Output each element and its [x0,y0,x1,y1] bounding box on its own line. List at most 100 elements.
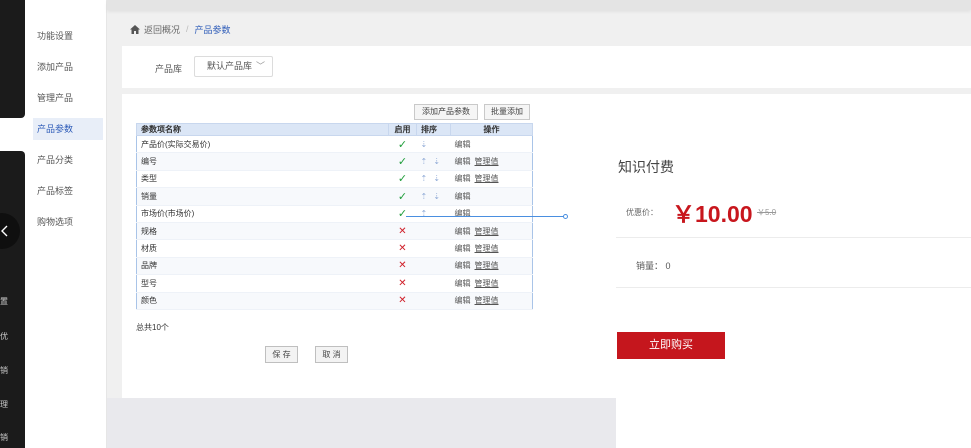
table-row: 品牌 ✕ 编辑 管理值 [136,257,533,276]
param-sort: ⇡ ⇣ [416,170,451,189]
manage-values-link[interactable]: 管理值 [475,244,499,253]
rail-bottom-block: 置 优 销 理 销 [0,151,25,448]
check-icon[interactable]: ✓ [398,208,407,220]
param-actions: 编辑 管理值 [450,222,533,241]
sort-arrow-icon[interactable]: ⇣ [421,140,430,149]
edit-link[interactable]: 编辑 [455,244,471,253]
param-name: 产品价(实际交易价) [136,135,389,154]
table-row: 材质 ✕ 编辑 管理值 [136,239,533,258]
param-name: 材质 [136,239,389,258]
drag-guide-handle[interactable] [563,214,568,219]
manage-values-link[interactable]: 管理值 [475,296,499,305]
cross-icon[interactable]: ✕ [398,278,406,289]
param-enabled: ✕ [388,222,417,241]
edit-link[interactable]: 编辑 [455,279,471,288]
breadcrumb-current: 产品参数 [194,24,231,35]
chevron-down-icon: ﹀ [255,61,265,71]
param-name: 市场价(市场价) [136,205,389,223]
param-sort [416,257,451,276]
sort-arrow-icon[interactable]: ⇡ ⇣ [421,174,443,183]
breadcrumb-separator: / [186,24,189,34]
breadcrumb: 返回概况 / 产品参数 [130,22,231,36]
param-name: 编号 [136,152,389,171]
product-preview: 知识付费 优惠价： ￥10.00 ￥5.0 销量： 0 立即购买 [616,94,971,448]
rail-label[interactable]: 销 [0,366,10,376]
cross-icon[interactable]: ✕ [398,295,406,306]
manage-values-link[interactable]: 管理值 [475,227,499,236]
param-sort [416,222,451,241]
submenu-item-add-product[interactable]: 添加产品 [33,56,103,78]
drag-guide-line [406,216,566,217]
library-select[interactable]: 默认产品库 ﹀ [194,56,273,77]
rail-label[interactable]: 置 [0,297,10,307]
sort-arrow-icon[interactable]: ⇡ ⇣ [421,157,443,166]
params-panel-extension [556,94,616,398]
breadcrumb-home-link[interactable]: 返回概况 [144,23,180,36]
submenu-item-product-params[interactable]: 产品参数 [33,118,103,140]
param-actions: 编辑 管理值 [450,292,533,310]
check-icon[interactable]: ✓ [398,139,407,151]
edit-link[interactable]: 编辑 [455,174,471,183]
check-icon[interactable]: ✓ [398,191,407,203]
table-row: 规格 ✕ 编辑 管理值 [136,222,533,241]
submenu-item-manage-products[interactable]: 管理产品 [33,87,103,109]
param-actions: 编辑 管理值 [450,170,533,189]
param-actions: 编辑 管理值 [450,239,533,258]
submenu-item-function-settings[interactable]: 功能设置 [33,25,103,47]
param-sort: ⇡ ⇣ [416,152,451,171]
column-header-sort: 排序 [416,123,451,136]
param-enabled: ✓ [388,152,417,171]
param-name: 类型 [136,170,389,189]
submenu-item-product-tags[interactable]: 产品标签 [33,180,103,202]
param-name: 品牌 [136,257,389,276]
add-param-button[interactable]: 添加产品参数 [414,104,478,120]
manage-values-link[interactable]: 管理值 [475,157,499,166]
page-footer-area [107,398,616,448]
param-actions: 编辑 管理值 [450,257,533,276]
buy-now-button[interactable]: 立即购买 [617,332,725,359]
edit-link[interactable]: 编辑 [455,261,471,270]
cross-icon[interactable]: ✕ [398,226,406,237]
submenu-item-shopping-options[interactable]: 购物选项 [33,211,103,233]
edit-link[interactable]: 编辑 [455,296,471,305]
table-header-row: 参数项名称 启用 排序 操作 [136,123,533,136]
preview-original-price: ￥5.0 [757,208,777,217]
edit-link[interactable]: 编辑 [455,227,471,236]
cancel-button[interactable]: 取 消 [315,346,348,363]
param-enabled: ✓ [388,170,417,189]
library-panel: 产品库 默认产品库 ﹀ [122,46,971,88]
param-enabled: ✕ [388,239,417,258]
sort-arrow-icon[interactable]: ⇡ ⇣ [421,192,443,201]
edit-link[interactable]: 编辑 [455,140,471,149]
param-name: 销量 [136,187,389,206]
param-sort: ⇣ [416,135,451,154]
column-header-name: 参数项名称 [136,123,389,136]
submenu-item-product-category[interactable]: 产品分类 [33,149,103,171]
manage-values-link[interactable]: 管理值 [475,174,499,183]
param-enabled: ✓ [388,135,417,154]
param-actions: 编辑 管理值 [450,274,533,293]
rail-label[interactable]: 销 [0,433,10,443]
rail-label[interactable]: 优 [0,332,10,342]
manage-values-link[interactable]: 管理值 [475,261,499,270]
library-selected-value: 默认产品库 [207,61,253,71]
check-icon[interactable]: ✓ [398,173,407,185]
cross-icon[interactable]: ✕ [398,260,406,271]
save-button[interactable]: 保 存 [265,346,298,363]
edit-link[interactable]: 编辑 [455,192,471,201]
table-row: 销量 ✓ ⇡ ⇣ 编辑 [136,187,533,206]
preview-sales: 销量： 0 [636,261,671,271]
param-enabled: ✓ [388,187,417,206]
check-icon[interactable]: ✓ [398,156,407,168]
param-actions: 编辑 [450,187,533,206]
edit-link[interactable]: 编辑 [455,157,471,166]
param-sort [416,292,451,310]
home-icon [130,24,140,34]
batch-add-button[interactable]: 批量添加 [484,104,530,120]
manage-values-link[interactable]: 管理值 [475,279,499,288]
submenu: 功能设置 添加产品 管理产品 产品参数 产品分类 产品标签 购物选项 [25,0,107,448]
divider [616,287,971,288]
cross-icon[interactable]: ✕ [398,243,406,254]
param-actions: 编辑 [450,135,533,154]
rail-label[interactable]: 理 [0,400,10,410]
